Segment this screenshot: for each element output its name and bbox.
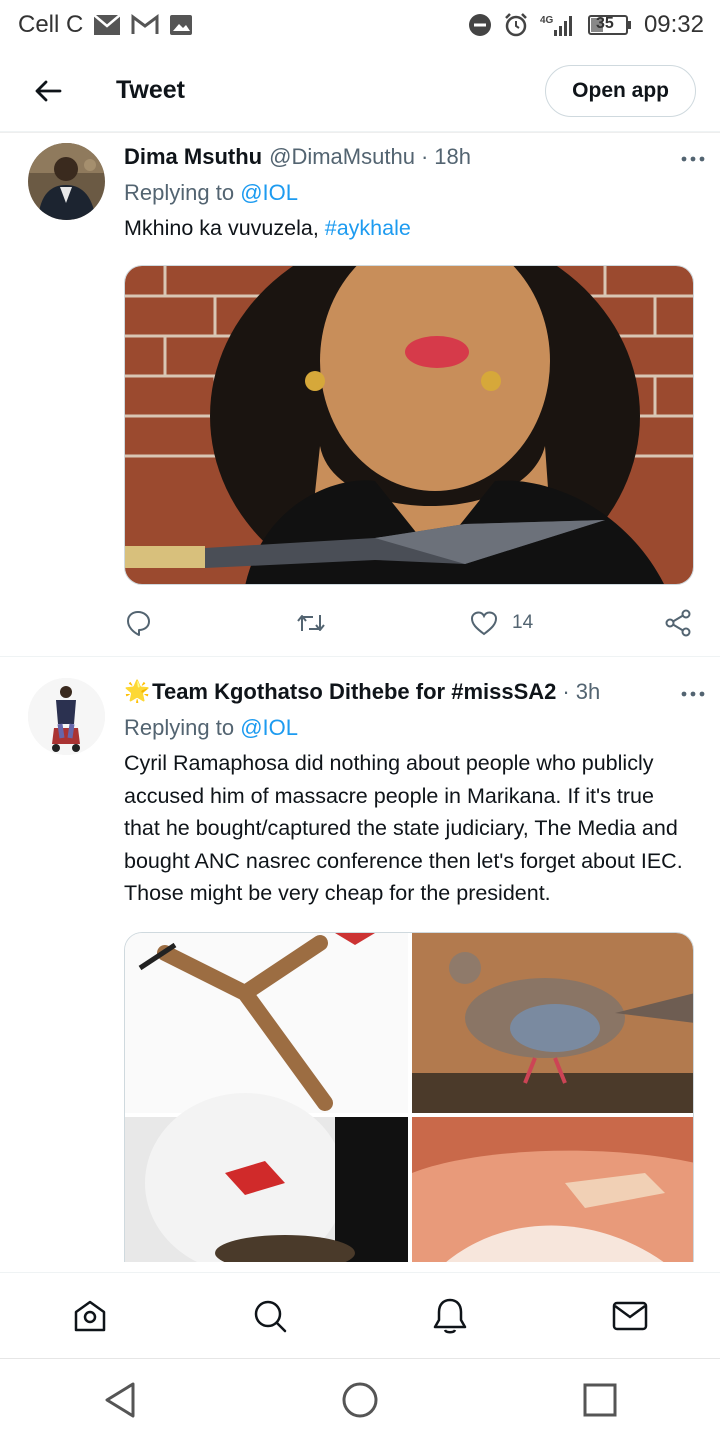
reply-icon <box>127 610 150 636</box>
bell-icon <box>433 1298 467 1333</box>
status-bar: Cell C 4G 35 09:32 <box>0 0 720 50</box>
nav-home[interactable] <box>50 1286 130 1346</box>
tweet-text-body: Mkhino ka vuvuzela, <box>124 216 325 240</box>
replying-to: Replying to @IOL <box>124 715 694 741</box>
avatar[interactable] <box>28 678 105 755</box>
top-header: Tweet Open app <box>0 50 720 132</box>
page-title: Tweet <box>116 76 185 104</box>
battery-icon: 35 <box>587 13 632 37</box>
replying-to: Replying to @IOL <box>124 180 694 206</box>
share-icon <box>665 609 691 636</box>
search-icon <box>254 1300 287 1332</box>
tweet-header: Dima Msuthu @DimaMsuthu · 18h <box>124 142 694 172</box>
back-button[interactable] <box>18 66 78 116</box>
author-name[interactable]: Dima Msuthu <box>124 144 262 170</box>
clock: 09:32 <box>643 11 704 38</box>
do-not-disturb-icon <box>468 13 492 37</box>
email-notification-icon <box>93 14 122 36</box>
circle-home-icon <box>342 1382 378 1417</box>
avatar[interactable] <box>28 143 105 220</box>
bottom-navigation <box>0 1272 720 1358</box>
tweet-time[interactable]: 3h <box>576 679 600 705</box>
tweet-actions: 14 <box>124 603 694 643</box>
mention-link[interactable]: @IOL <box>240 180 298 205</box>
more-options-button[interactable] <box>680 681 706 712</box>
tweet-time[interactable]: 18h <box>434 144 471 170</box>
tweet-image[interactable] <box>124 264 694 585</box>
separator-dot: · <box>562 679 570 704</box>
system-recents-button[interactable] <box>560 1370 640 1430</box>
alarm-icon <box>504 13 528 37</box>
tweet[interactable]: Dima Msuthu @DimaMsuthu · 18h Replying t… <box>0 132 720 656</box>
separator-dot: · <box>420 144 429 169</box>
battery-level: 35 <box>595 15 614 32</box>
mention-link[interactable]: @IOL <box>240 715 298 740</box>
tweet-text: Mkhino ka vuvuzela, #aykhale <box>124 212 694 245</box>
like-count: 14 <box>512 611 534 633</box>
retweet-icon <box>297 614 325 631</box>
reply-button[interactable] <box>124 609 152 637</box>
nav-notifications[interactable] <box>410 1286 490 1346</box>
nav-messages[interactable] <box>590 1286 670 1346</box>
replying-label: Replying to <box>124 715 235 740</box>
hashtag-link[interactable]: #aykhale <box>325 216 411 240</box>
tweet-header: 🌟 Team Kgothatso Dithebe for #missSA2 · … <box>124 677 694 707</box>
heart-icon <box>470 610 498 635</box>
nav-search[interactable] <box>230 1286 310 1346</box>
gmail-icon <box>131 14 159 36</box>
system-home-button[interactable] <box>320 1370 400 1430</box>
gallery-icon <box>169 14 193 36</box>
retweet-button[interactable] <box>296 609 326 637</box>
more-options-button[interactable] <box>680 146 706 177</box>
system-navigation-bar <box>0 1358 720 1440</box>
svg-text:4G: 4G <box>540 15 554 26</box>
tweet-image-grid[interactable] <box>124 931 694 1262</box>
tweet-text: Cyril Ramaphosa did nothing about people… <box>124 751 683 905</box>
arrow-left-icon <box>35 80 62 101</box>
carrier-name: Cell C <box>18 11 84 38</box>
more-horizontal-icon <box>681 156 705 162</box>
tweet[interactable]: 🌟 Team Kgothatso Dithebe for #missSA2 · … <box>0 657 720 1272</box>
author-name[interactable]: Team Kgothatso Dithebe for #missSA2 <box>152 679 556 705</box>
home-icon <box>74 1300 106 1331</box>
mail-icon <box>612 1301 648 1330</box>
triangle-back-icon <box>105 1382 135 1417</box>
more-horizontal-icon <box>681 691 705 697</box>
star-emoji: 🌟 <box>124 680 151 703</box>
replying-label: Replying to <box>124 180 235 205</box>
author-handle[interactable]: @DimaMsuthu <box>269 144 415 170</box>
like-button[interactable]: 14 <box>470 610 533 636</box>
square-recents-icon <box>583 1383 617 1416</box>
system-back-button[interactable] <box>80 1370 160 1430</box>
signal-icon: 4G <box>540 13 576 37</box>
share-button[interactable] <box>664 609 692 637</box>
open-app-button[interactable]: Open app <box>545 64 696 117</box>
